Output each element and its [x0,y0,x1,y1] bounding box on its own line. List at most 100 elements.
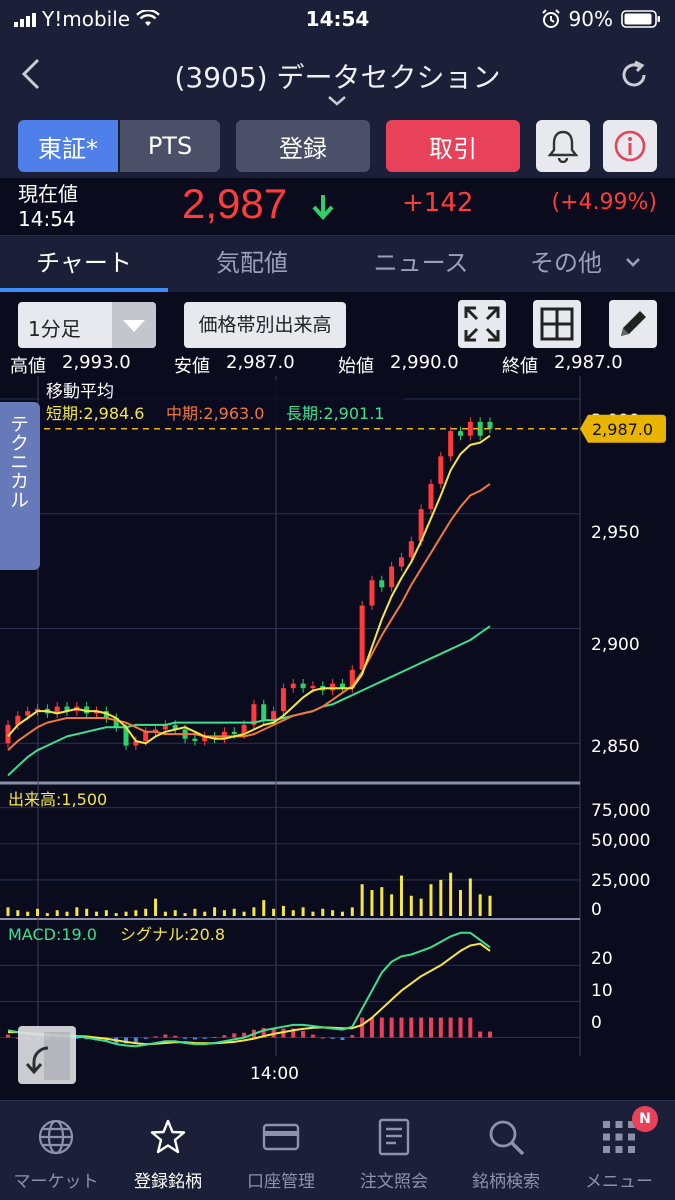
trade-button[interactable]: 取引 [386,120,520,172]
candle-body [192,738,198,741]
volume-bar [222,910,226,916]
volume-bar [419,898,423,916]
register-button[interactable]: 登録 [236,120,370,172]
volume-bar [409,895,413,916]
bottom-tab-label: 口座管理 [247,1172,315,1192]
close-value: 2,987.0 [554,352,623,373]
volume-bar [45,913,49,916]
nav-bar: (3905) データセクション [0,38,675,114]
alert-button[interactable] [536,120,590,172]
pencil-icon [621,311,646,336]
signal-label: シグナル:20.8 [120,925,225,944]
interval-value: 1分足 [28,317,81,341]
layout-button[interactable] [533,300,581,348]
low-value: 2,987.0 [226,352,295,373]
interval-select[interactable]: 1分足 [18,302,156,348]
volume-bar [252,907,256,916]
undo-button[interactable] [18,1026,76,1084]
candle-body [369,580,375,606]
notification-badge: N [632,1106,658,1132]
tab-other[interactable]: その他 [506,236,626,292]
macd-histogram-bar [409,1017,414,1038]
volume-bar [36,908,40,916]
technical-tab-label: テクニカル [7,414,29,509]
info-button[interactable] [603,120,657,172]
alarm-icon [541,9,560,28]
candle-body [143,731,149,741]
volume-bar [55,910,59,916]
bottom-tab-watchlist[interactable]: 登録銘柄 [112,1101,224,1200]
bottom-tab-menu[interactable]: メニュー [563,1101,675,1200]
tab-quotes[interactable]: 気配値 [168,236,336,292]
bottom-tab-market[interactable]: マーケット [0,1101,112,1200]
macd-tick-label: 0 [591,1013,602,1033]
undo-icon [25,1032,70,1080]
refresh-icon[interactable] [617,58,651,92]
volume-bar [124,911,128,916]
volume-bar [370,890,374,916]
status-bar: Y!mobile 14:54 90% [0,0,675,38]
volume-bar [213,907,217,916]
candle-body [25,711,31,716]
macd-histogram-bar [488,1031,492,1038]
candle-body [231,731,237,735]
chevron-down-icon[interactable] [624,256,642,270]
bottom-tab-search[interactable]: 銘柄検索 [450,1101,562,1200]
current-price-title: 現在値 [18,182,78,206]
volume-bar [154,898,158,916]
chart-area[interactable]: 移動平均 短期:2,984.6 中期:2,963.0 長期:2,901.1 3,… [0,376,675,1100]
candle-body [457,431,463,436]
macd-histogram-bar [468,1017,473,1038]
stock-chart[interactable]: 移動平均 短期:2,984.6 中期:2,963.0 長期:2,901.1 3,… [0,376,675,1100]
ma-long-line [7,625,491,777]
volume-bar [262,900,266,916]
candle-body [280,688,286,712]
macd-histogram-bar [320,1037,325,1039]
market-tse-button[interactable]: 東証* [18,120,118,172]
candle-body [408,541,414,558]
candle-body [448,431,454,457]
volume-by-price-button[interactable]: 価格帯別出来高 [184,302,346,348]
volume-bar [65,911,69,916]
y-tick-label: 2,900 [591,635,640,655]
volume-bar [281,905,285,916]
macd-histogram-bar [202,1037,207,1039]
macd-histogram-bar [428,1017,433,1038]
stock-title[interactable]: (3905) データセクション [0,56,675,96]
info-icon [614,130,646,162]
volume-bar [340,911,344,916]
volume-bar [26,911,30,916]
candle-body [359,605,365,670]
tab-chart[interactable]: チャート [0,236,168,292]
y-tick-label: 2,850 [591,737,640,757]
draw-button[interactable] [609,300,657,348]
bottom-tab-account[interactable]: 口座管理 [225,1101,337,1200]
chevron-down-icon[interactable] [326,94,348,108]
high-label: 高値 [10,356,46,377]
dropdown-arrow-icon [112,302,156,348]
volume-bar [193,908,197,916]
market-pts-button[interactable]: PTS [120,120,220,172]
volume-bar [311,911,315,916]
tab-news[interactable]: ニュース [336,236,506,292]
fullscreen-button[interactable] [458,300,506,348]
macd-histogram-bar [310,1034,315,1038]
y-tick-label: 2,950 [591,523,640,543]
content-tabs: チャート 気配値 ニュース その他 [0,236,675,292]
ma-legend-title: 移動平均 [46,382,114,402]
bottom-tab-bar: マーケット 登録銘柄 口座管理 注文照会 銘柄検索 メニュー [0,1100,675,1200]
battery-info: 90% [541,7,661,31]
candle-body [330,683,336,691]
bottom-tab-label: メニュー [585,1172,653,1192]
technical-panel-tab[interactable]: テクニカル [0,402,40,570]
macd-signal-line [8,942,491,1046]
macd-tick-label: 20 [591,949,613,969]
bottom-tab-orders[interactable]: 注文照会 [338,1101,450,1200]
volume-bar [331,910,335,916]
macd-tick-label: 10 [591,981,613,1001]
volume-label: 出来高:1,500 [8,790,107,809]
volume-bar [380,887,384,916]
volume-tick-label: 25,000 [591,871,650,891]
price-change-percent: (+4.99%) [551,190,658,215]
volume-bar [144,908,148,916]
